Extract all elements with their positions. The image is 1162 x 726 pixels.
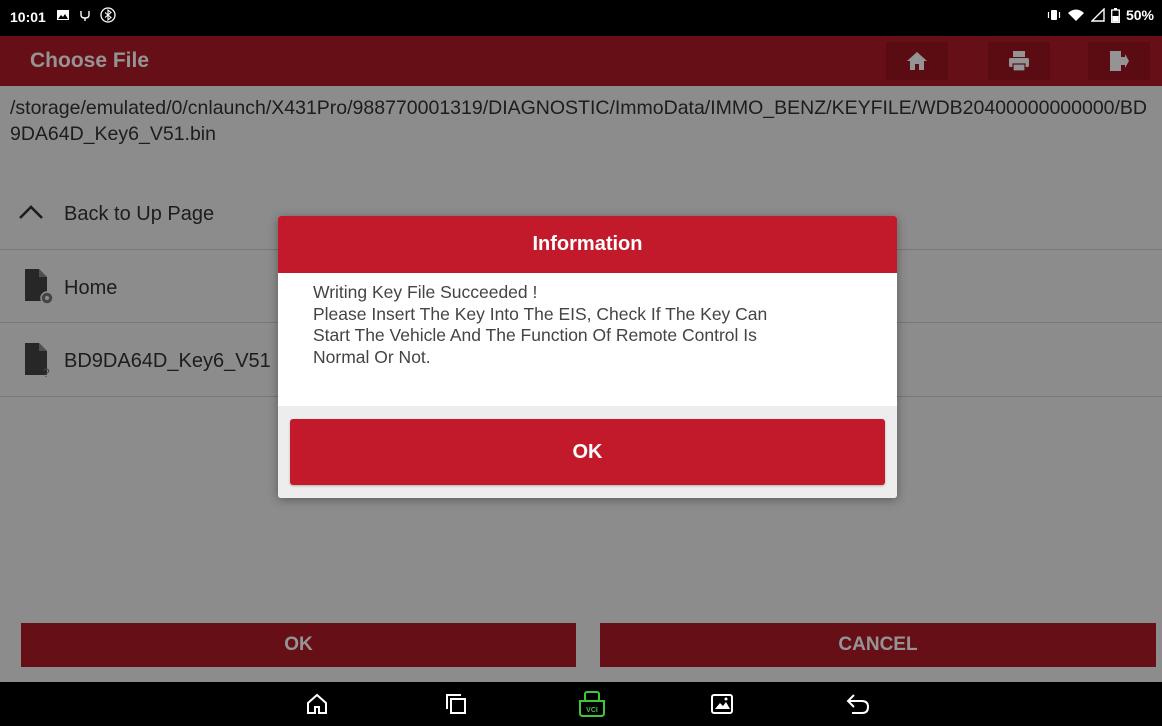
nav-screenshot-button[interactable]: [707, 690, 737, 718]
nav-vci-button[interactable]: VCI: [577, 690, 607, 718]
vci-icon: VCI: [579, 691, 605, 717]
signal-icon: [1090, 8, 1105, 22]
gallery-icon: [57, 10, 69, 20]
status-time: 10:01: [10, 9, 46, 25]
battery-icon: [1111, 7, 1120, 23]
navigation-bar: VCI: [0, 682, 1162, 726]
svg-text:VCI: VCI: [586, 707, 598, 714]
usb-debug-icon: [80, 11, 90, 21]
dialog-title: Information: [278, 216, 897, 273]
screenshot-icon: [711, 694, 733, 714]
status-icons-left: [56, 7, 116, 23]
vibrate-icon: [1047, 10, 1061, 20]
recents-icon: [446, 694, 466, 714]
dialog-message-line: Writing Key File Succeeded !: [313, 282, 538, 302]
dialog-message-line: Normal Or Not.: [313, 346, 431, 367]
wifi-icon: [1067, 9, 1084, 21]
dialog-message: Writing Key File Succeeded ! Please Inse…: [313, 282, 873, 368]
battery-percent: 50%: [1125, 7, 1154, 23]
dialog-message-line: Start The Vehicle And The Function Of Re…: [313, 325, 757, 345]
nav-home-button[interactable]: [302, 690, 332, 718]
back-icon: [846, 694, 870, 714]
dialog-message-line: Please Insert The Key Into The EIS, Chec…: [313, 303, 768, 324]
home-icon: [307, 693, 327, 714]
nav-recents-button[interactable]: [441, 690, 471, 718]
status-icons-right: 50%: [1047, 7, 1154, 23]
dialog-ok-button[interactable]: OK: [290, 419, 885, 485]
information-dialog: Information Writing Key File Succeeded !…: [278, 216, 897, 498]
bluetooth-icon: [100, 7, 116, 23]
nav-back-button[interactable]: [843, 690, 873, 718]
status-bar: 10:01 50%: [0, 0, 1162, 36]
